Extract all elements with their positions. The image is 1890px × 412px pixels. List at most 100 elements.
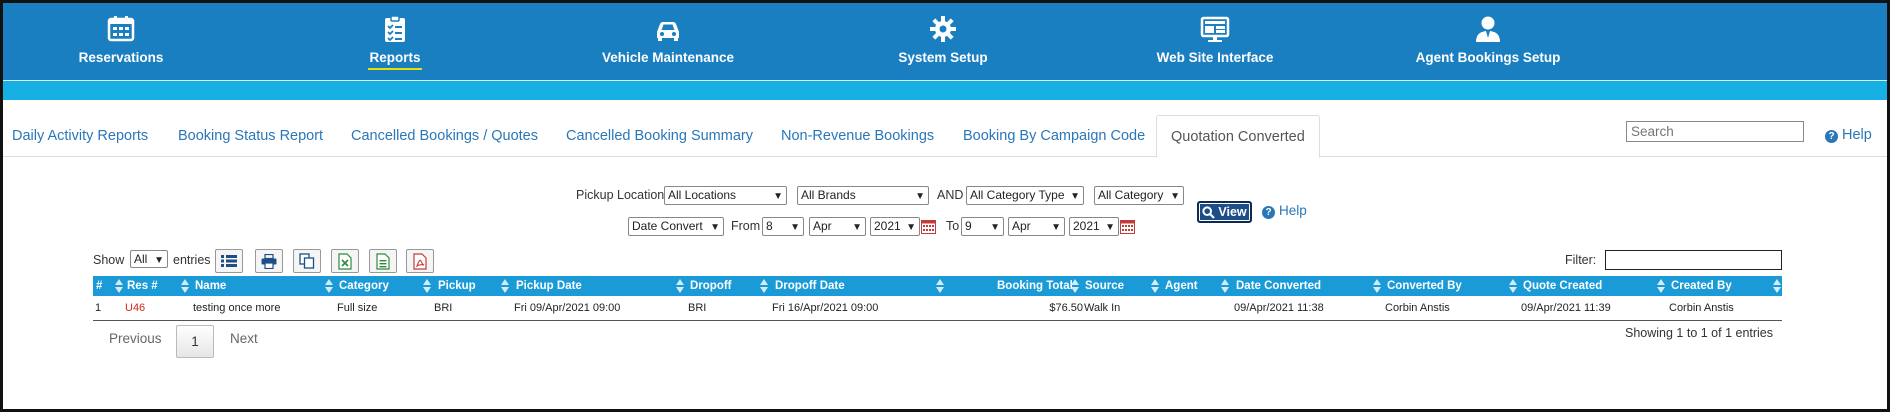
cell-date-converted: 09/Apr/2021 11:38: [1234, 302, 1324, 314]
nav-item-reports[interactable]: Reports: [355, 3, 435, 80]
calendar-icon[interactable]: [1120, 220, 1135, 234]
location-value: All Locations: [668, 188, 737, 202]
category-select[interactable]: All Category ▼: [1094, 186, 1184, 205]
entries-summary: Showing 1 to 1 of 1 entries: [1625, 326, 1774, 340]
cell-dropoff: BRI: [688, 302, 707, 314]
column-header-dropoff[interactable]: Dropoff: [690, 276, 732, 296]
chevron-down-icon: ▼: [773, 191, 783, 202]
column-header-converted-by[interactable]: Converted By: [1387, 276, 1462, 296]
print-button[interactable]: [255, 249, 283, 273]
sort-icon[interactable]: [115, 279, 123, 293]
column-header-agent[interactable]: Agent: [1165, 276, 1198, 296]
cell-booking-total: $76.50: [1049, 302, 1083, 314]
date-mode-select[interactable]: Date Convert ▼: [628, 217, 724, 236]
column-header-res-number[interactable]: Res #: [127, 276, 158, 296]
next-page-button[interactable]: Next: [230, 331, 258, 346]
help-label: Help: [1842, 127, 1872, 143]
column-header-category[interactable]: Category: [339, 276, 389, 296]
table-row[interactable]: 1 U46 testing once more Full size BRI Fr…: [93, 296, 1782, 321]
tab-quotation-converted[interactable]: Quotation Converted: [1156, 115, 1320, 158]
list-icon: [221, 255, 237, 267]
nav-item-vehicle-maintenance[interactable]: Vehicle Maintenance: [597, 3, 739, 80]
sort-icon[interactable]: [501, 279, 509, 293]
to-year-select[interactable]: 2021 ▼: [1069, 217, 1119, 236]
chevron-down-icon: ▼: [906, 222, 916, 233]
sort-icon[interactable]: [1071, 279, 1079, 293]
active-nav-indicator: [368, 68, 422, 70]
chevron-down-icon: ▼: [852, 222, 862, 233]
tab-daily-activity-reports[interactable]: Daily Activity Reports: [12, 115, 148, 157]
to-month-select[interactable]: Apr ▼: [1008, 217, 1065, 236]
location-select[interactable]: All Locations ▼: [664, 186, 787, 205]
column-header-quote-created[interactable]: Quote Created: [1523, 276, 1602, 296]
column-header-dropoff-date[interactable]: Dropoff Date: [775, 276, 845, 296]
tab-cancelled-booking-summary[interactable]: Cancelled Booking Summary: [566, 115, 753, 157]
csv-file-icon: [376, 252, 390, 270]
tab-booking-status-report[interactable]: Booking Status Report: [178, 115, 323, 157]
from-month-value: Apr: [813, 219, 832, 233]
date-mode-value: Date Convert: [632, 219, 703, 233]
sort-icon[interactable]: [1221, 279, 1229, 293]
sort-icon[interactable]: [1151, 279, 1159, 293]
from-day-select[interactable]: 8 ▼: [762, 217, 804, 236]
export-pdf-button[interactable]: [406, 249, 434, 273]
app-frame: Reservations Reports Vehicle Maintenance: [0, 0, 1890, 412]
nav-item-web-site-interface[interactable]: Web Site Interface: [1153, 3, 1277, 80]
column-header-name[interactable]: Name: [195, 276, 226, 296]
help-link[interactable]: ? Help: [1825, 127, 1872, 143]
nav-item-system-setup[interactable]: System Setup: [893, 3, 993, 80]
agent-icon: [1476, 16, 1500, 42]
sort-icon[interactable]: [1773, 279, 1781, 293]
sort-icon[interactable]: [1657, 279, 1665, 293]
brand-select[interactable]: All Brands ▼: [797, 186, 929, 205]
previous-page-button[interactable]: Previous: [109, 331, 162, 346]
from-year-select[interactable]: 2021 ▼: [870, 217, 920, 236]
sort-icon[interactable]: [760, 279, 768, 293]
from-day-value: 8: [766, 219, 773, 233]
tab-cancelled-bookings-quotes[interactable]: Cancelled Bookings / Quotes: [351, 115, 538, 157]
column-visibility-button[interactable]: [215, 249, 243, 273]
calendar-icon[interactable]: [921, 220, 936, 234]
page-1-button[interactable]: 1: [176, 325, 214, 358]
sort-icon[interactable]: [325, 279, 333, 293]
chevron-down-icon: ▼: [154, 255, 164, 266]
tab-booking-by-campaign-code[interactable]: Booking By Campaign Code: [963, 115, 1145, 157]
export-csv-button[interactable]: [369, 249, 397, 273]
cell-res-number-link[interactable]: U46: [125, 296, 145, 321]
and-label: AND: [937, 188, 964, 202]
tab-non-revenue-bookings[interactable]: Non-Revenue Bookings: [781, 115, 934, 157]
entries-value: All: [134, 252, 148, 266]
column-header-pickup-date[interactable]: Pickup Date: [516, 276, 582, 296]
chevron-down-icon: ▼: [915, 191, 925, 202]
sort-icon[interactable]: [1373, 279, 1381, 293]
sort-icon[interactable]: [423, 279, 431, 293]
column-header-booking-total[interactable]: Booking Total: [997, 276, 1073, 296]
sort-icon[interactable]: [181, 279, 189, 293]
copy-icon: [299, 253, 315, 269]
filter-help-link[interactable]: ? Help: [1262, 203, 1307, 219]
category-type-select[interactable]: All Category Type ▼: [966, 186, 1084, 205]
nav-item-agent-bookings-setup[interactable]: Agent Bookings Setup: [1416, 3, 1560, 80]
column-header-source[interactable]: Source: [1085, 276, 1124, 296]
export-excel-button[interactable]: [331, 249, 359, 273]
search-input[interactable]: [1626, 121, 1804, 142]
column-header-pickup[interactable]: Pickup: [438, 276, 476, 296]
chevron-down-icon: ▼: [1170, 191, 1180, 202]
column-header-date-converted[interactable]: Date Converted: [1236, 276, 1321, 296]
from-month-select[interactable]: Apr ▼: [809, 217, 866, 236]
column-header-created-by[interactable]: Created By: [1671, 276, 1732, 296]
excel-file-icon: [338, 252, 352, 270]
view-button[interactable]: View: [1197, 201, 1252, 223]
sort-icon[interactable]: [1509, 279, 1517, 293]
from-year-value: 2021: [874, 219, 901, 233]
column-header-number[interactable]: #: [96, 276, 102, 296]
to-day-select[interactable]: 9 ▼: [961, 217, 1004, 236]
entries-select[interactable]: All ▼: [130, 250, 168, 268]
to-label: To: [946, 219, 960, 233]
chevron-down-icon: ▼: [790, 222, 800, 233]
sort-icon[interactable]: [676, 279, 684, 293]
sort-icon[interactable]: [936, 279, 944, 293]
nav-item-reservations[interactable]: Reservations: [73, 3, 169, 80]
copy-button[interactable]: [293, 249, 321, 273]
filter-input[interactable]: [1605, 250, 1782, 270]
